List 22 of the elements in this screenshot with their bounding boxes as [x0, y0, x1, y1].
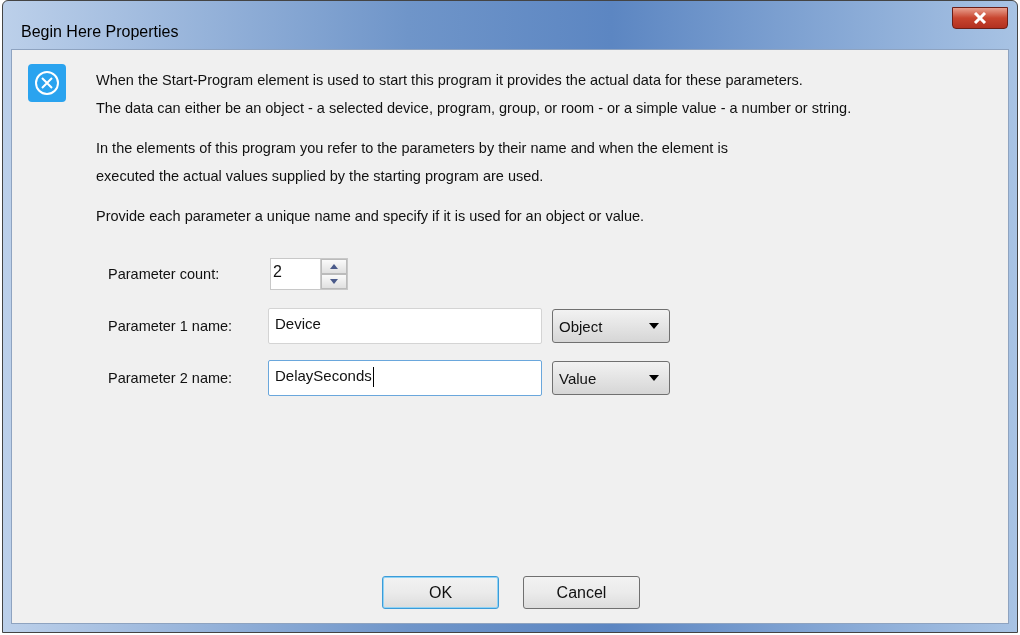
- name-field[interactable]: Device: [268, 308, 542, 344]
- down-arrow-icon: [330, 279, 338, 284]
- count-spinner[interactable]: 2: [270, 258, 348, 290]
- description-text: Provide each parameter a unique name and specify if it is used for an object or value.: [96, 207, 646, 226]
- type-dropdown[interactable]: Object: [552, 309, 670, 343]
- description-text: executed the actual values supplied by the starting program are used.: [96, 167, 545, 186]
- dialog-button[interactable]: Cancel: [523, 576, 640, 609]
- description-text: When the Start-Program element is used to start this program it provides the actual data for these parameters.: [96, 71, 804, 90]
- type-dropdown[interactable]: Value: [552, 361, 670, 395]
- up-arrow-icon: [330, 264, 338, 269]
- close-icon: [973, 12, 987, 24]
- field-label: Parameter count:: [108, 266, 221, 282]
- description-text: The data can either be an object - a selected device, program, group, or room - or a simple value - a number or string.: [96, 99, 852, 118]
- caret-icon: [649, 323, 659, 329]
- description-text: In the elements of this program you refer to the parameters by their name and when the element is: [96, 139, 729, 158]
- caret-icon: [649, 375, 659, 381]
- window-title: Begin Here Properties: [21, 23, 179, 41]
- name-field[interactable]: DelaySeconds: [268, 360, 542, 396]
- dialog-button[interactable]: OK: [382, 576, 499, 609]
- close-button[interactable]: [952, 7, 1008, 29]
- field-label: Parameter 1 name:: [108, 318, 234, 334]
- field-label: Parameter 2 name:: [108, 370, 234, 386]
